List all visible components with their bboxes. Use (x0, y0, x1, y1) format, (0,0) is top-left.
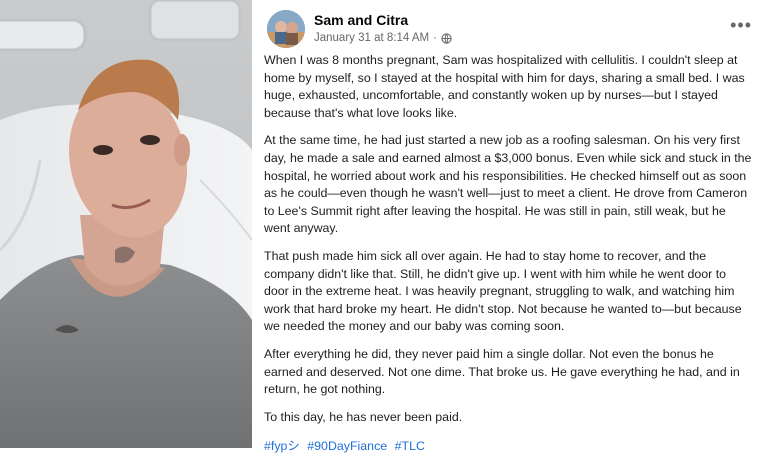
hashtag-link[interactable]: #fypシ (264, 439, 300, 453)
post-paragraph: At the same time, he had just started a … (264, 133, 752, 236)
hashtag-link[interactable]: #TLC (395, 439, 425, 453)
post-paragraph: To this day, he has never been paid. (264, 409, 463, 424)
author-name[interactable]: Sam and Citra (314, 12, 408, 28)
post-header: Sam and Citra January 31 at 8:14 AM · ••… (264, 0, 754, 52)
author-avatar[interactable] (267, 10, 305, 48)
meta-separator: · (433, 32, 437, 44)
post-paragraph: When I was 8 months pregnant, Sam was ho… (264, 53, 745, 120)
post-meta: January 31 at 8:14 AM · (314, 32, 452, 44)
more-options-icon[interactable]: ••• (730, 16, 752, 34)
globe-icon (441, 32, 452, 44)
hashtag-list: #fypシ #90DayFiance #TLC (264, 436, 754, 454)
facebook-post: Sam and Citra January 31 at 8:14 AM · ••… (252, 0, 768, 453)
post-timestamp[interactable]: January 31 at 8:14 AM (314, 32, 429, 44)
post-paragraph: That push made him sick all over again. … (264, 248, 742, 334)
post-paragraph: After everything he did, they never paid… (264, 346, 740, 397)
hashtag-link[interactable]: #90DayFiance (307, 439, 387, 453)
post-body: When I was 8 months pregnant, Sam was ho… (264, 52, 754, 426)
hospital-photo (0, 0, 252, 448)
